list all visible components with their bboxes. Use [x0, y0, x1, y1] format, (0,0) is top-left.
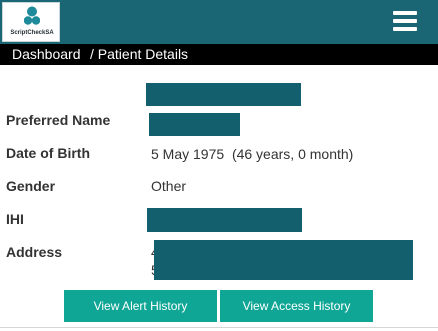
redacted-patient-name	[146, 83, 301, 106]
gender-value: Other	[151, 178, 187, 194]
scriptchecksa-logo: ScriptCheckSA	[2, 2, 60, 42]
date-of-birth-value: 5 May 1975 (46 years, 0 month)	[151, 146, 354, 162]
preferred-name-label: Preferred Name	[6, 112, 111, 128]
footer-divider	[0, 327, 438, 328]
view-access-history-button[interactable]: View Access History	[220, 290, 373, 322]
breadcrumb-dashboard-link[interactable]: Dashboard	[12, 44, 81, 65]
redacted-ihi	[147, 208, 302, 232]
gender-label: Gender	[6, 178, 56, 194]
logo-text: ScriptCheckSA	[10, 30, 54, 36]
ihi-label: IHI	[6, 211, 24, 227]
app-header: ScriptCheckSA	[0, 0, 438, 44]
date-of-birth-label: Date of Birth	[6, 145, 90, 161]
view-alert-history-button[interactable]: View Alert History	[64, 290, 217, 322]
breadcrumb: Dashboard / Patient Details	[0, 44, 438, 65]
redacted-preferred-name	[149, 113, 240, 136]
hamburger-menu-icon[interactable]	[393, 10, 417, 32]
breadcrumb-current-page: / Patient Details	[90, 46, 189, 62]
redacted-address	[154, 240, 413, 280]
address-label: Address	[6, 244, 63, 260]
logo-mark-icon	[24, 6, 40, 25]
